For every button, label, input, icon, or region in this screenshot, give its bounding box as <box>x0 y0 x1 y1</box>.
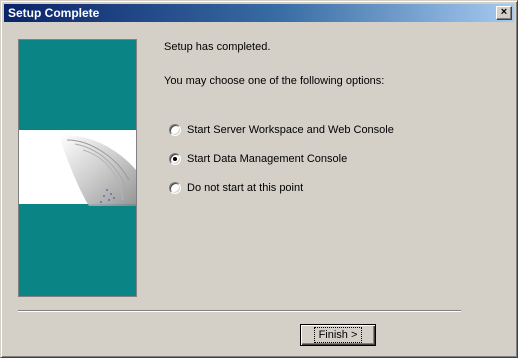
radio-start-data-management-console[interactable] <box>169 153 181 165</box>
close-button[interactable]: × <box>496 6 512 20</box>
choose-options-text: You may choose one of the following opti… <box>164 75 385 87</box>
setup-completed-text: Setup has completed. <box>164 41 271 53</box>
radio-do-not-start[interactable] <box>169 182 181 194</box>
wizard-banner-image <box>18 39 137 297</box>
option-do-not-start[interactable]: Do not start at this point <box>169 181 303 195</box>
window-title: Setup Complete <box>8 6 100 20</box>
setup-complete-dialog: Setup Complete × Setup has completed. Yo… <box>0 0 518 358</box>
finish-button-label: Finish > <box>313 327 363 343</box>
page-curl-graphic <box>59 135 136 206</box>
option-start-server-workspace[interactable]: Start Server Workspace and Web Console <box>169 123 394 137</box>
option-start-data-management-console[interactable]: Start Data Management Console <box>169 152 347 166</box>
option-label: Start Server Workspace and Web Console <box>187 123 394 136</box>
radio-start-server-workspace[interactable] <box>169 124 181 136</box>
title-bar[interactable]: Setup Complete × <box>4 4 514 22</box>
option-label: Start Data Management Console <box>187 152 348 165</box>
option-label: Do not start at this point <box>187 181 304 194</box>
finish-button[interactable]: Finish > <box>300 324 376 346</box>
separator-line <box>18 310 461 312</box>
close-icon: × <box>500 6 508 18</box>
